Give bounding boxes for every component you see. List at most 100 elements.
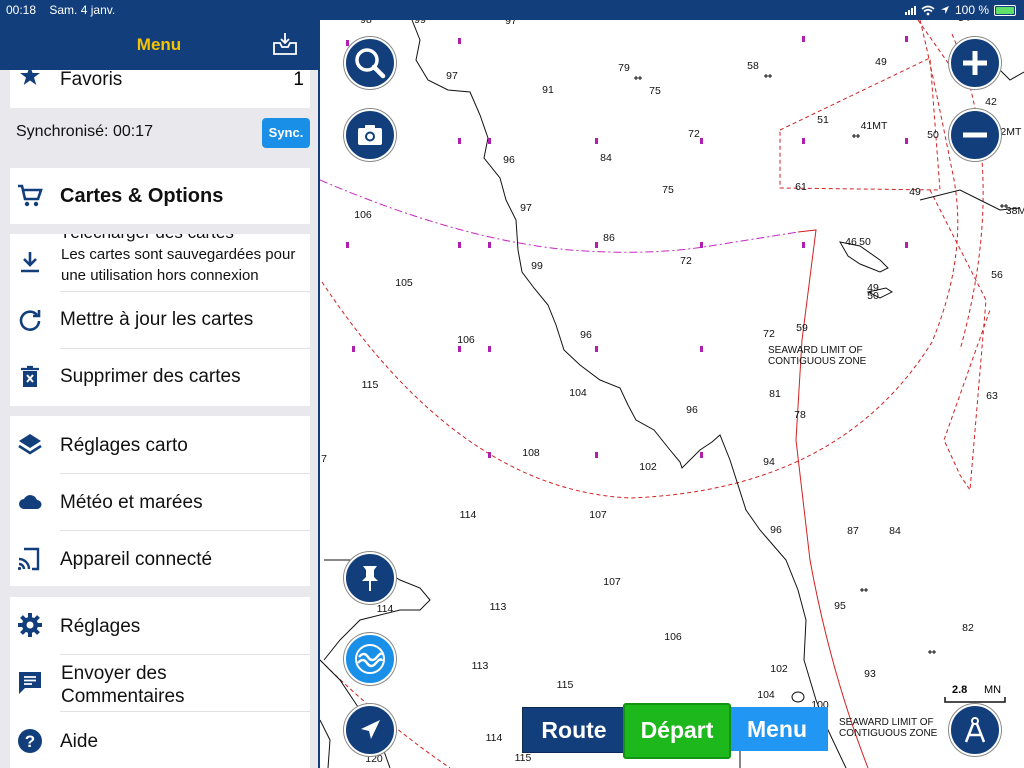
depth-sounding: 113	[489, 601, 507, 613]
depth-sounding: 106	[664, 631, 682, 643]
zoom-out-icon	[963, 132, 987, 138]
zoom-out-button[interactable]	[949, 109, 1001, 161]
location-icon	[940, 6, 949, 14]
sync-button[interactable]: Sync.	[262, 118, 310, 148]
chart-lines	[320, 20, 1024, 768]
depth-sounding: 86	[603, 232, 615, 244]
favorites-count: 1	[293, 69, 304, 90]
download-charts-description: Les cartes sont sauvegardées pour une ut…	[61, 246, 296, 284]
camera-button[interactable]	[344, 109, 396, 161]
menu-item-send-feedback[interactable]: Envoyer des Commentaires	[10, 655, 310, 711]
depth-sounding: 94	[763, 456, 775, 468]
depth-sounding: 84	[600, 152, 612, 164]
menu-item-delete-charts[interactable]: Supprimer des cartes	[10, 349, 310, 406]
depth-sounding: 42	[985, 96, 997, 108]
menu-item-update-charts[interactable]: Mettre à jour les cartes	[10, 292, 310, 348]
depth-sounding: 114	[459, 509, 477, 521]
compass-button[interactable]	[949, 704, 1001, 756]
zoom-in-icon	[963, 51, 987, 75]
menu-item-label: Réglages carto	[60, 435, 188, 456]
compass-icon	[964, 717, 986, 743]
status-date: Sam. 4 janv.	[49, 3, 116, 17]
depth-sounding: 97	[446, 70, 458, 82]
menu-item-connected-device[interactable]: Appareil connecté	[10, 531, 310, 586]
depth-sounding: 41MT	[860, 120, 888, 132]
menu-item-chart-settings[interactable]: Réglages carto	[10, 416, 310, 472]
refresh-icon	[19, 310, 41, 331]
nautical-chart[interactable]: 99 97 97 91 79 75 58 49 42 51 41MT 50 42…	[320, 20, 1024, 768]
depth-sounding: 104	[569, 387, 587, 399]
depth-sounding: 49	[875, 56, 887, 68]
menu-title: Menu	[136, 35, 182, 54]
search-icon	[355, 48, 386, 79]
zone-label: SEAWARD LIMIT OF CONTIGUOUS ZONE	[768, 345, 867, 367]
depth-sounding: 107	[589, 509, 607, 521]
chart-settings-card: Réglages carto Météo et marées Appareil …	[10, 416, 310, 586]
star-icon	[20, 66, 40, 85]
depth-sounding: 7	[321, 453, 327, 465]
depth-sounding: 87	[847, 525, 859, 537]
depth-sounding: 49	[909, 186, 921, 198]
scale-value: 2.8	[952, 684, 968, 696]
depth-sounding: 75	[649, 85, 661, 97]
gear-icon	[18, 613, 42, 637]
charts-options-label: Cartes & Options	[60, 185, 224, 207]
depth-sounding: 72	[680, 255, 692, 267]
depth-sounding: 58	[747, 60, 759, 72]
favorites-row[interactable]: Favoris 1	[10, 66, 310, 108]
zoom-in-button[interactable]	[949, 37, 1001, 89]
depart-button[interactable]: Départ	[623, 703, 731, 759]
route-button[interactable]: Route	[522, 707, 626, 753]
depth-sounding: 104	[757, 689, 775, 701]
depth-sounding: 96	[503, 154, 515, 166]
feedback-icon	[19, 672, 41, 694]
depth-sounding: 114	[485, 732, 503, 744]
depth-sounding: 96	[580, 329, 592, 341]
menu-item-label: Réglages	[60, 616, 141, 637]
depth-sounding: 63	[986, 390, 998, 402]
depth-sounding: 93	[864, 668, 876, 680]
depth-sounding: 105	[395, 277, 413, 289]
depth-sounding: 95	[834, 600, 846, 612]
menu-item-weather-tides[interactable]: Météo et marées	[10, 474, 310, 530]
depth-sounding: 102	[639, 461, 657, 473]
depth-sounding: 54	[958, 20, 970, 24]
download-charts-row[interactable]: Télécharger des cartes Les cartes sont s…	[10, 234, 310, 298]
menu-item-label: Météo et marées	[60, 492, 203, 513]
cellular-signal-icon	[904, 5, 916, 15]
menu-item-settings[interactable]: Réglages	[10, 597, 310, 653]
depth-sounding: 96	[770, 524, 782, 536]
battery-icon	[994, 4, 1016, 16]
depth-sounding: 97	[520, 202, 532, 214]
depth-sounding: 115	[361, 379, 379, 391]
inbox-download-icon[interactable]	[272, 31, 298, 57]
depth-sounding: 38M	[1005, 205, 1024, 217]
menu-item-label: Aide	[60, 731, 99, 752]
menu-item-label: Mettre à jour les cartes	[60, 309, 254, 330]
help-icon: ?	[18, 729, 42, 753]
depth-sounding: 102	[770, 663, 788, 675]
depth-sounding: 61	[795, 181, 807, 193]
download-charts-title: Télécharger des cartes	[60, 234, 234, 243]
charts-options-row[interactable]: Cartes & Options	[10, 168, 310, 224]
menu-item-label: Supprimer des cartes	[60, 366, 241, 387]
depth-sounding: 81	[769, 388, 781, 400]
menu-item-help[interactable]: ? Aide	[10, 712, 310, 768]
layers-icon	[18, 434, 42, 455]
depth-sounding: 50	[859, 236, 871, 248]
depth-sounding: 114	[376, 603, 394, 615]
trash-icon	[21, 365, 39, 387]
depth-sounding: 108	[522, 447, 540, 459]
depth-sounding: 72	[763, 328, 775, 340]
menu-button[interactable]: Menu	[726, 707, 828, 751]
depth-sounding: 46	[845, 236, 857, 248]
tide-icon	[355, 644, 385, 674]
tide-button[interactable]	[344, 633, 396, 685]
navigation-button[interactable]	[344, 704, 396, 756]
depth-sounding: 78	[794, 409, 806, 421]
battery-percent: 100 %	[954, 3, 989, 17]
search-button[interactable]	[344, 37, 396, 89]
status-bar: 00:18 Sam. 4 janv. 100 %	[0, 0, 1024, 20]
pin-button[interactable]	[344, 552, 396, 604]
depth-sounding: 115	[556, 679, 574, 691]
